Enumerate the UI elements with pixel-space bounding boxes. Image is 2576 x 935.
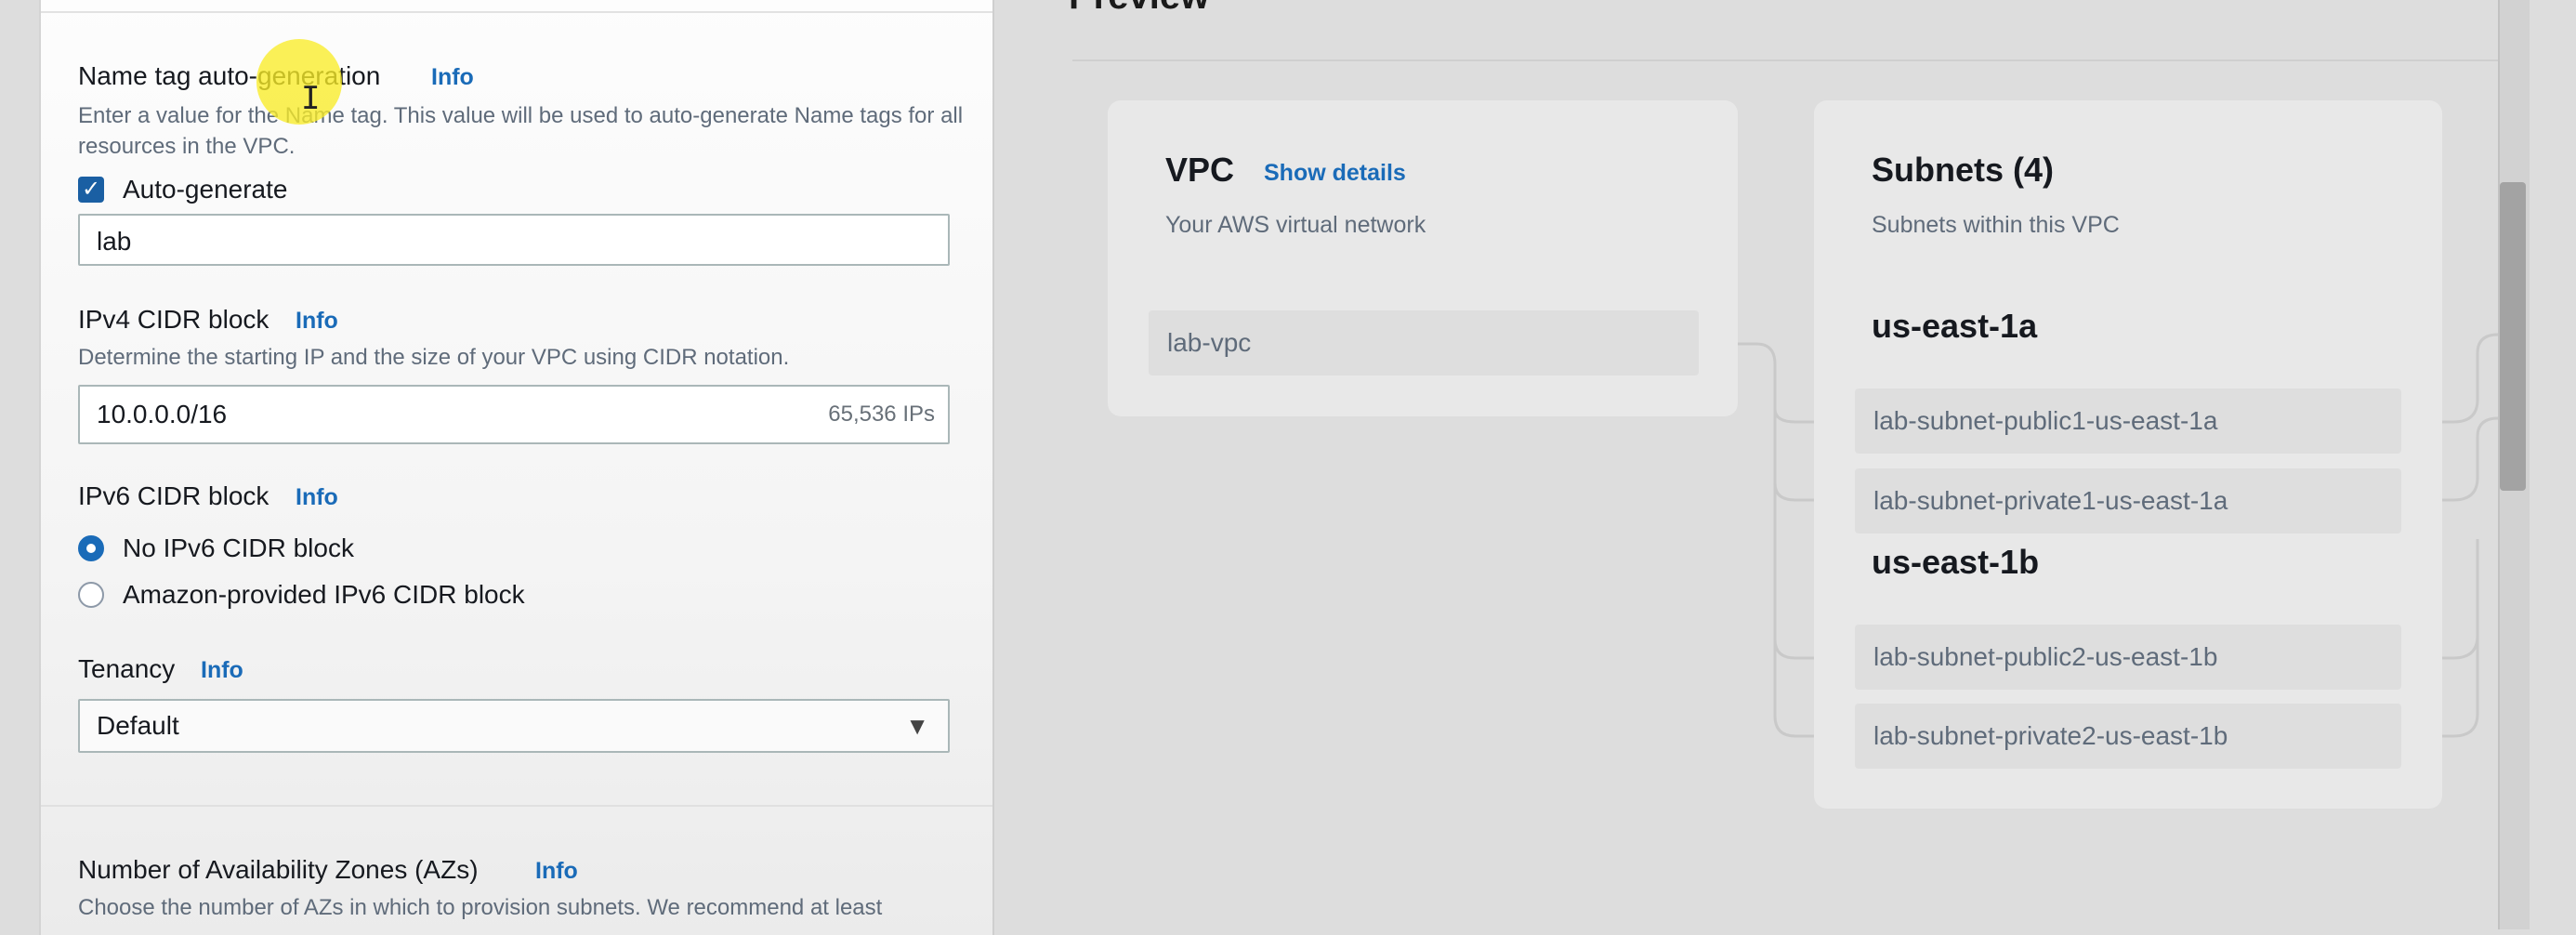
vpc-card-title: VPC <box>1165 151 1235 189</box>
subnet-node-public2[interactable]: lab-subnet-public2-us-east-1b <box>1855 625 2401 690</box>
vpc-node-lab-vpc[interactable]: lab-vpc <box>1149 310 1699 375</box>
subnet-node-private1[interactable]: lab-subnet-private1-us-east-1a <box>1855 468 2401 533</box>
preview-scrollbar-thumb[interactable] <box>2500 182 2526 491</box>
vpc-show-details-link[interactable]: Show details <box>1264 160 1406 187</box>
az-heading-us-east-1b: us-east-1b <box>1872 543 2040 581</box>
subnet-node-public1[interactable]: lab-subnet-public1-us-east-1a <box>1855 388 2401 454</box>
az-heading-us-east-1a: us-east-1a <box>1872 307 2038 345</box>
subnets-card-subtitle: Subnets within this VPC <box>1872 212 2120 238</box>
subnets-card <box>1814 100 2442 809</box>
subnet-node-private2[interactable]: lab-subnet-private2-us-east-1b <box>1855 704 2401 769</box>
vpc-card-subtitle: Your AWS virtual network <box>1165 212 1426 238</box>
subnets-card-title: Subnets (4) <box>1872 151 2055 189</box>
